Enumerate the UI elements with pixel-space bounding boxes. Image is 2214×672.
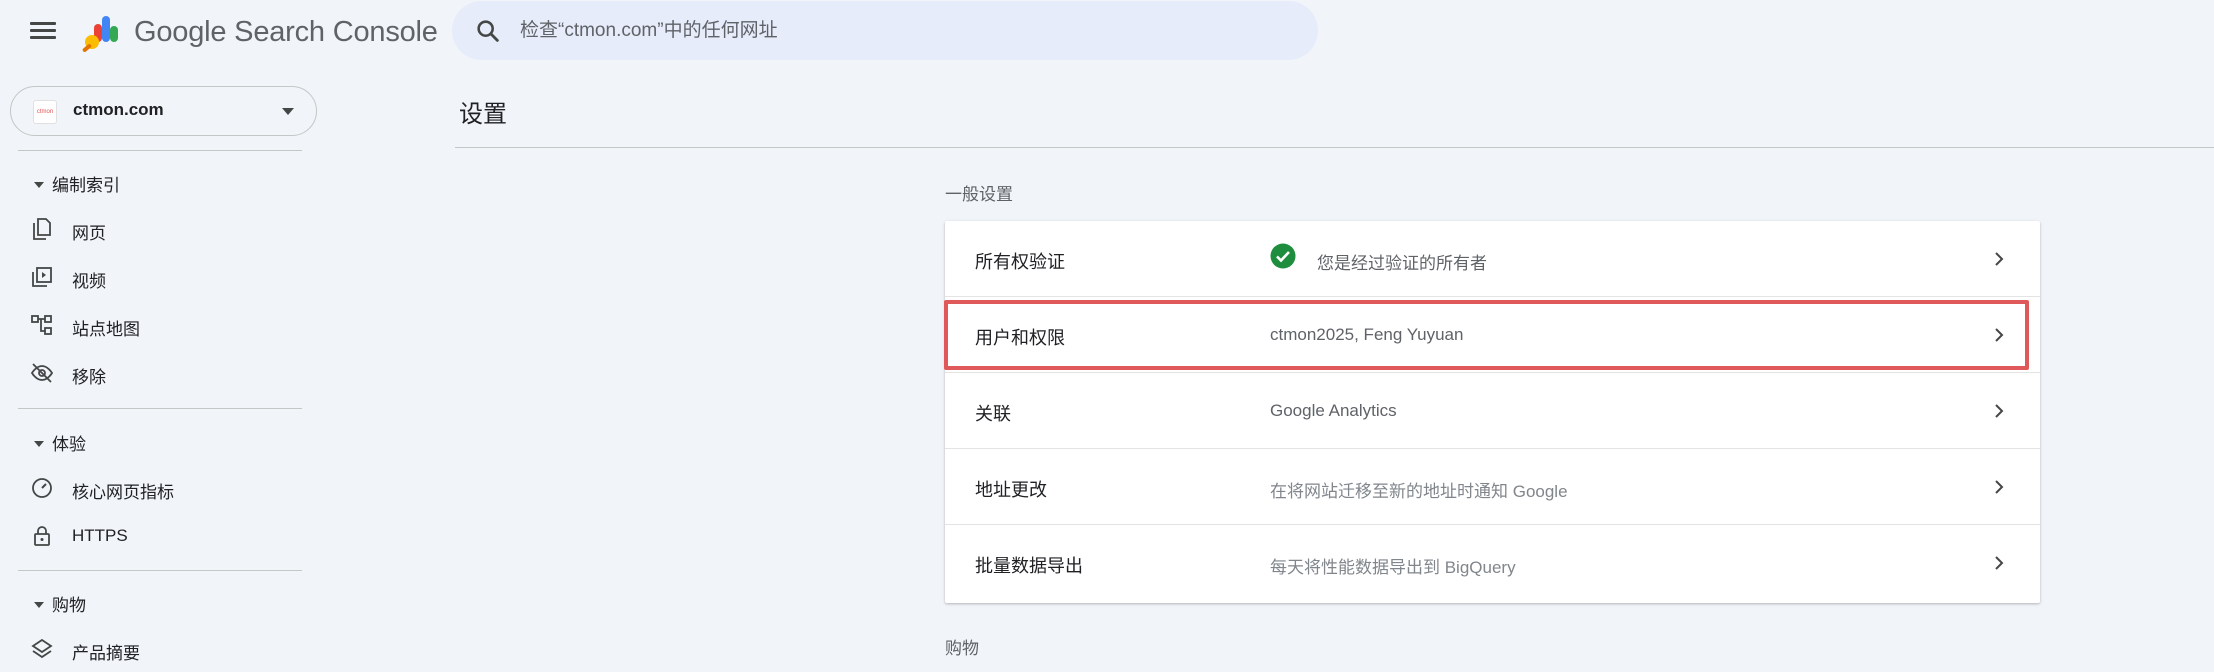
chevron-right-icon (1995, 328, 2004, 342)
shopping-settings-label: 购物 (945, 639, 979, 658)
sidebar-item-label: 产品摘要 (72, 644, 140, 663)
sidebar-item-videos[interactable]: 视频 (30, 259, 310, 295)
chevron-right-icon (1995, 480, 2004, 494)
chevron-right-icon (1995, 404, 2004, 418)
section-title: 体验 (52, 435, 86, 454)
search-console-logo-icon[interactable] (80, 12, 124, 54)
settings-row-bulk-export[interactable]: 批量数据导出 每天将性能数据导出到 BigQuery (945, 525, 2040, 601)
search-icon (477, 20, 499, 42)
caret-down-icon (34, 601, 44, 608)
row-value: 您是经过验证的所有者 (1317, 254, 1487, 273)
section-title: 编制索引 (52, 176, 120, 195)
speedometer-icon (32, 478, 52, 498)
sidebar-divider (18, 150, 302, 151)
caret-down-icon (34, 440, 44, 447)
sidebar-item-label: 移除 (72, 368, 106, 387)
main-menu-icon[interactable] (28, 18, 58, 46)
sidebar-item-label: 站点地图 (72, 320, 140, 339)
row-label: 关联 (975, 404, 1011, 424)
sidebar-item-core-web-vitals[interactable]: 核心网页指标 (30, 470, 310, 506)
sidebar-item-removals[interactable]: 移除 (30, 355, 310, 391)
page-title: 设置 (459, 101, 507, 128)
row-label: 用户和权限 (975, 328, 1065, 348)
dropdown-arrow-icon (282, 108, 294, 115)
section-title: 购物 (52, 596, 86, 615)
settings-row-associations[interactable]: 关联 Google Analytics (945, 373, 2040, 449)
video-icon (32, 267, 52, 287)
sitemap-icon (31, 315, 52, 335)
check-circle-icon (1270, 243, 1296, 269)
app-header: Google Search Console (0, 0, 2214, 64)
property-selector[interactable]: ctmon ctmon.com (10, 86, 317, 136)
property-name: ctmon.com (73, 100, 164, 119)
title-divider (455, 147, 2214, 148)
page-icon (33, 218, 51, 240)
sidebar-item-label: 视频 (72, 272, 106, 291)
section-indexing[interactable]: 编制索引 (34, 171, 120, 196)
chevron-right-icon (1995, 252, 2004, 266)
sidebar-item-label: HTTPS (72, 526, 128, 545)
settings-row-change-of-address[interactable]: 地址更改 在将网站迁移至新的地址时通知 Google (945, 449, 2040, 525)
product-name[interactable]: Google Search Console (134, 16, 438, 49)
hidden-eye-icon (30, 363, 54, 383)
sidebar-item-pages[interactable]: 网页 (30, 211, 310, 247)
row-label: 所有权验证 (975, 252, 1065, 272)
row-value: Google Analytics (1270, 401, 1397, 420)
settings-row-ownership[interactable]: 所有权验证 您是经过验证的所有者 (945, 221, 2040, 297)
section-experience[interactable]: 体验 (34, 430, 86, 455)
site-favicon-icon: ctmon (33, 100, 57, 124)
general-settings-label: 一般设置 (945, 185, 1013, 204)
sidebar-item-sitemaps[interactable]: 站点地图 (30, 307, 310, 343)
section-shopping[interactable]: 购物 (34, 591, 86, 616)
general-settings-card: 所有权验证 您是经过验证的所有者 用户和权限 ctmon2025, Feng Y… (945, 221, 2040, 603)
sidebar-item-product-snippets[interactable]: 产品摘要 (30, 631, 310, 667)
caret-down-icon (34, 181, 44, 188)
row-value: ctmon2025, Feng Yuyuan (1270, 325, 1464, 344)
lock-icon (34, 526, 50, 546)
sidebar-divider (18, 570, 302, 571)
url-inspection-search[interactable] (452, 1, 1318, 60)
search-input[interactable] (520, 1, 1280, 60)
sidebar-item-label: 核心网页指标 (72, 483, 174, 502)
sidebar-divider (18, 408, 302, 409)
sidebar-item-https[interactable]: HTTPS (30, 518, 310, 554)
chevron-right-icon (1995, 556, 2004, 570)
layers-icon (31, 638, 53, 659)
row-value: 在将网站迁移至新的地址时通知 Google (1270, 482, 1568, 501)
sidebar-item-label: 网页 (72, 224, 106, 243)
row-label: 地址更改 (975, 480, 1047, 500)
settings-row-users-permissions[interactable]: 用户和权限 ctmon2025, Feng Yuyuan (945, 297, 2040, 373)
row-value: 每天将性能数据导出到 BigQuery (1270, 558, 1516, 577)
row-label: 批量数据导出 (975, 556, 1083, 576)
